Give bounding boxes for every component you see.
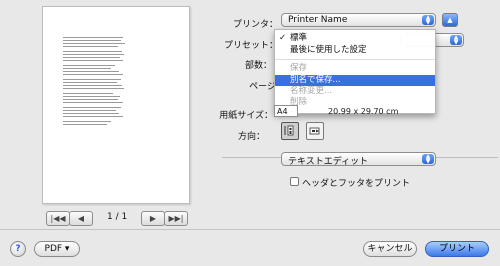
- preview-text-line: [63, 99, 118, 100]
- section-popup-value: テキストエディット: [288, 157, 369, 167]
- first-page-button[interactable]: |◀◀: [46, 211, 70, 226]
- preset-label: プリセット：: [223, 41, 278, 51]
- last-page-button[interactable]: ▶▶|: [164, 211, 188, 226]
- preview-text-line: [63, 37, 123, 38]
- print-options-section-popup[interactable]: テキストエディット ▲ ▼: [281, 152, 436, 167]
- header-footer-label: ヘッダとフッタをプリント: [302, 179, 411, 189]
- paper-size-field[interactable]: A4: [274, 105, 298, 117]
- preview-text-line: [63, 65, 115, 66]
- next-page-button[interactable]: ▶: [141, 211, 165, 226]
- page-indicator: 1 / 1: [107, 212, 128, 222]
- preview-text-line: [63, 116, 123, 117]
- preview-text-line: [63, 107, 121, 108]
- preview-text-line: [63, 40, 121, 41]
- popup-arrows-icon: ▲ ▼: [422, 154, 434, 165]
- preview-text-line: [63, 43, 125, 44]
- menu-item-standard[interactable]: ✓ 標準: [275, 33, 435, 44]
- preview-text-line: [63, 121, 111, 122]
- menu-separator: [275, 59, 435, 60]
- footer-divider: [0, 229, 500, 230]
- preview-text-line: [63, 124, 107, 125]
- preview-text-line: [63, 54, 124, 55]
- popup-arrows-icon: ▲ ▼: [450, 35, 462, 46]
- preview-text-line: [63, 96, 120, 97]
- pages-label: ページ: [249, 82, 276, 92]
- menu-item-save: 保存: [290, 63, 308, 73]
- printer-popup-value: Printer Name: [288, 15, 348, 25]
- paper-size-label: 用紙サイズ：: [219, 111, 273, 121]
- preview-text-line: [63, 113, 119, 114]
- preview-text-line: [63, 85, 122, 86]
- preview-text-line: [63, 71, 119, 72]
- checkmark-icon: ✓: [279, 33, 287, 43]
- preview-text-line: [63, 46, 118, 47]
- pdf-menu-button[interactable]: PDF ▾: [34, 241, 80, 257]
- preview-text-line: [63, 110, 116, 111]
- preview-text-line: [63, 93, 113, 94]
- menu-item-save-as[interactable]: 別名で保存...: [275, 75, 435, 86]
- portrait-icon: [284, 125, 294, 136]
- preview-text-line: [63, 74, 123, 75]
- menu-item-rename: 名称変更...: [290, 86, 333, 96]
- preview-text-line: [63, 51, 122, 52]
- landscape-icon: [309, 127, 320, 135]
- print-button[interactable]: プリント: [425, 241, 489, 257]
- printer-popup[interactable]: Printer Name ▲ ▼: [281, 13, 436, 27]
- preset-dropdown-menu: ✓ 標準 最後に使用した設定 保存 別名で保存... 名称変更... 削除: [274, 29, 436, 114]
- copies-label: 部数：: [244, 61, 272, 71]
- portrait-orientation-button[interactable]: [281, 122, 299, 140]
- preview-text-line: [63, 57, 120, 58]
- previous-page-button[interactable]: ◀: [69, 211, 93, 226]
- preview-text-line: [63, 102, 123, 103]
- preview-text-line: [63, 88, 124, 89]
- landscape-orientation-button[interactable]: [306, 122, 324, 140]
- help-button[interactable]: ?: [10, 241, 26, 257]
- printer-label: プリンタ：: [232, 20, 278, 30]
- header-footer-checkbox[interactable]: [290, 177, 299, 186]
- preview-pager: |◀◀ ◀ 1 / 1 ▶ ▶▶|: [46, 211, 188, 226]
- print-preview-page: [42, 6, 190, 204]
- preview-text-line: [63, 68, 111, 69]
- preview-text-line: [63, 82, 117, 83]
- disclosure-triangle-icon[interactable]: ▲: [442, 13, 458, 27]
- menu-item-last-used[interactable]: 最後に使用した設定: [275, 45, 435, 56]
- cancel-button[interactable]: キャンセル: [363, 241, 417, 257]
- preview-text-line: [63, 60, 123, 61]
- popup-arrows-icon: ▲ ▼: [422, 15, 434, 26]
- orientation-label: 方向：: [237, 132, 265, 142]
- paper-dimensions: 20.99 x 29.70 cm: [328, 107, 399, 116]
- preview-text-line: [63, 79, 121, 80]
